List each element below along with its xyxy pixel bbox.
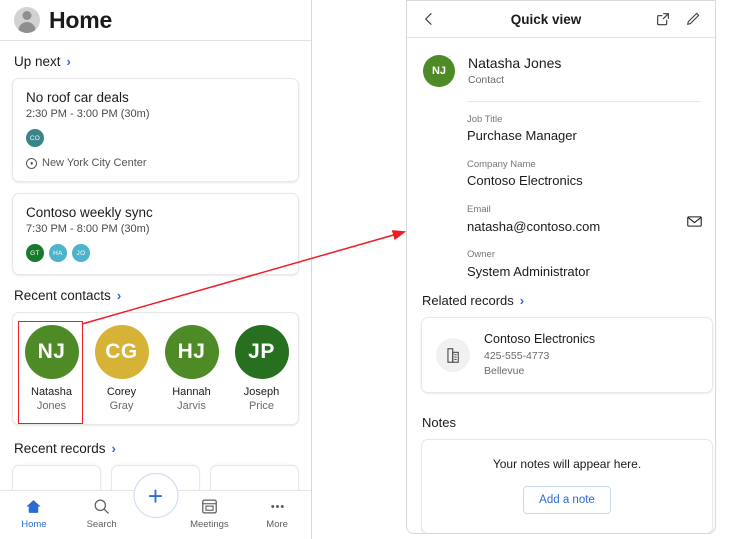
tab-meetings[interactable]: Meetings xyxy=(176,491,244,530)
meeting-location: New York City Center xyxy=(26,157,285,169)
open-in-new-icon[interactable] xyxy=(653,9,673,29)
avatar: HJ xyxy=(164,325,219,379)
quick-view-phone-panel: Quick view NJ Natasha Jones Contact Job … xyxy=(406,0,716,534)
tab-more[interactable]: More xyxy=(243,491,311,530)
attendee-avatar[interactable]: CO xyxy=(26,129,44,147)
meeting-card[interactable]: No roof car deals 2:30 PM - 3:00 PM (30m… xyxy=(12,78,299,182)
meeting-location-label: New York City Center xyxy=(42,157,147,169)
home-phone-panel: Home Up next › No roof car deals 2:30 PM… xyxy=(0,0,312,539)
list-item[interactable]: CG Corey Gray xyxy=(93,325,150,414)
tab-label: Home xyxy=(21,519,47,530)
contact-first-name: Corey xyxy=(106,386,137,398)
recent-records-section-header[interactable]: Recent records › xyxy=(14,441,299,456)
field-company-name: Company Name Contoso Electronics xyxy=(467,158,701,191)
chevron-right-icon: › xyxy=(111,440,116,456)
contact-name: Natasha Jones xyxy=(468,55,562,71)
list-item[interactable]: JP Joseph Price xyxy=(233,325,290,414)
contact-last-name: Gray xyxy=(109,399,134,412)
home-content: Up next › No roof car deals 2:30 PM - 3:… xyxy=(0,54,311,496)
add-button[interactable]: + xyxy=(133,473,178,518)
bottom-tab-bar: Home Search Meetings More + xyxy=(0,473,311,539)
related-records-section-header[interactable]: Related records › xyxy=(422,293,715,308)
pencil-edit-icon[interactable] xyxy=(683,9,703,29)
notes-empty-text: Your notes will appear here. xyxy=(492,457,642,472)
tab-search[interactable]: Search xyxy=(68,491,136,530)
more-icon xyxy=(270,504,284,509)
related-records-label: Related records xyxy=(422,293,514,309)
list-item[interactable]: HJ Hannah Jarvis xyxy=(163,325,220,414)
meeting-title: Contoso weekly sync xyxy=(26,205,153,220)
tab-home[interactable]: Home xyxy=(0,491,68,530)
related-record-phone: 425-555-4773 xyxy=(484,349,550,362)
contact-fields: Job Title Purchase Manager Company Name … xyxy=(467,101,703,281)
search-icon xyxy=(94,499,109,514)
back-chevron-icon[interactable] xyxy=(419,9,439,29)
avatar: CG xyxy=(94,325,149,379)
location-pin-icon xyxy=(26,157,37,169)
home-header: Home xyxy=(0,0,311,41)
quick-view-header: Quick view xyxy=(407,1,715,38)
quick-view-title: Quick view xyxy=(510,11,582,27)
related-record-title: Contoso Electronics xyxy=(484,332,596,347)
notes-empty-card: Your notes will appear here. Add a note xyxy=(421,439,713,533)
envelope-icon[interactable] xyxy=(686,213,703,235)
contact-first-name: Joseph xyxy=(243,386,280,398)
attendee-chips: CO xyxy=(26,129,285,147)
notes-label: Notes xyxy=(422,415,456,431)
meeting-time: 2:30 PM - 3:00 PM (30m) xyxy=(26,108,150,120)
avatar: NJ xyxy=(423,54,455,87)
meeting-time: 7:30 PM - 8:00 PM (30m) xyxy=(26,223,150,235)
field-label: Job Title xyxy=(467,114,503,126)
meeting-card[interactable]: Contoso weekly sync 7:30 PM - 8:00 PM (3… xyxy=(12,193,299,275)
recent-contacts-label: Recent contacts xyxy=(14,288,111,303)
selection-highlight-box xyxy=(18,321,83,424)
contact-entity-type: Contact xyxy=(468,73,505,86)
up-next-section-header[interactable]: Up next › xyxy=(14,54,299,69)
attendee-avatar[interactable]: GT xyxy=(26,244,44,262)
related-record-card[interactable]: Contoso Electronics 425-555-4773 Bellevu… xyxy=(421,317,713,394)
up-next-label: Up next xyxy=(14,54,61,69)
meeting-title: No roof car deals xyxy=(26,90,129,105)
field-value: natasha@contoso.com xyxy=(467,218,601,234)
field-job-title: Job Title Purchase Manager xyxy=(467,113,701,146)
related-record-city: Bellevue xyxy=(484,365,525,378)
field-value: Purchase Manager xyxy=(467,128,577,144)
field-owner: Owner System Administrator xyxy=(467,248,701,281)
recent-contacts-section-header[interactable]: Recent contacts › xyxy=(14,288,299,303)
field-label: Company Name xyxy=(467,159,536,171)
attendee-chips: GT HA JO xyxy=(26,244,285,262)
building-icon xyxy=(436,338,470,373)
contact-first-name: Hannah xyxy=(172,386,211,398)
page-title: Home xyxy=(49,6,113,33)
avatar: JP xyxy=(234,325,289,379)
home-icon xyxy=(26,500,41,513)
meetings-icon xyxy=(202,499,217,514)
person-silhouette-icon[interactable] xyxy=(14,7,40,33)
field-value: System Administrator xyxy=(467,263,590,279)
tab-label: More xyxy=(266,519,288,530)
contact-last-name: Jarvis xyxy=(177,399,206,412)
recent-records-label: Recent records xyxy=(14,440,106,456)
chevron-right-icon: › xyxy=(66,54,71,69)
add-note-button[interactable]: Add a note xyxy=(523,486,611,515)
field-label: Email xyxy=(467,204,491,216)
field-value: Contoso Electronics xyxy=(467,173,583,189)
field-email: Email natasha@contoso.com xyxy=(467,203,703,236)
chevron-right-icon: › xyxy=(116,288,122,303)
attendee-avatar[interactable]: JO xyxy=(72,244,90,262)
contact-summary: NJ Natasha Jones Contact xyxy=(407,38,715,101)
field-label: Owner xyxy=(467,249,495,261)
chevron-right-icon: › xyxy=(519,293,525,309)
notes-section-header: Notes xyxy=(422,415,715,430)
tab-label: Meetings xyxy=(190,519,229,530)
attendee-avatar[interactable]: HA xyxy=(49,244,67,262)
contact-last-name: Price xyxy=(248,399,275,412)
tab-label: Search xyxy=(86,519,117,530)
